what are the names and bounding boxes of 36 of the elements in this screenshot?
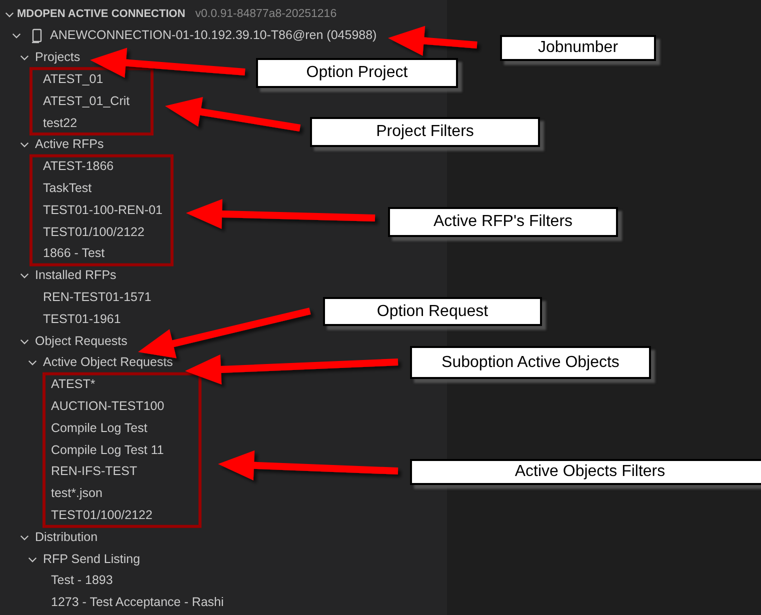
tree-item[interactable]: ATEST_01_Crit (43, 94, 130, 109)
tree-item[interactable]: 1866 - Test (43, 246, 105, 262)
tree-item[interactable]: TEST01-100-REN-01 (43, 202, 162, 218)
tree-item[interactable]: ATEST* (51, 377, 96, 392)
tree-item[interactable]: ATEST-1866 (43, 159, 114, 174)
callout-label: Jobnumber (500, 35, 656, 61)
tree-item[interactable]: Projects (35, 50, 80, 66)
tree-item[interactable]: AUCTION-TEST100 (51, 398, 164, 414)
tree-item[interactable]: RFP Send Listing (43, 552, 140, 567)
callout-label: Active Objects Filters (410, 459, 761, 485)
tree-item[interactable]: ATEST_01 (43, 72, 104, 87)
tree-item[interactable]: Distribution (35, 530, 98, 545)
tree-item[interactable]: test22 (43, 116, 78, 131)
callout-label: Suboption Active Objects (410, 346, 651, 379)
tree-item[interactable]: 1273 - Test Acceptance - Rashi (51, 595, 224, 610)
version-label: v0.0.91-84877a8-20251216 (195, 8, 337, 20)
tree-item[interactable]: REN-TEST01-1571 (43, 290, 152, 305)
callout-label: Project Filters (310, 117, 540, 147)
tree-item[interactable]: TEST01-1961 (43, 312, 121, 327)
callout-label: Option Project (256, 58, 458, 88)
tree-item[interactable]: Active Object Requests (43, 355, 173, 370)
tree-item[interactable]: ANEWCONNECTION-01-10.192.39.10-T86@ren (045988) (50, 28, 377, 44)
tree-item[interactable]: TEST01/100/2122 (51, 508, 152, 523)
tree-item[interactable]: REN-IFS-TEST (51, 464, 138, 480)
tree-item[interactable]: Test - 1893 (51, 573, 113, 588)
tree-item[interactable]: Compile Log Test (51, 420, 148, 436)
callout-label: Active RFP's Filters (388, 207, 618, 237)
tree-item[interactable]: Active RFPs (35, 137, 104, 152)
tree-item[interactable]: test*.json (51, 486, 102, 502)
tree-item[interactable]: TaskTest (43, 180, 92, 196)
tree-item[interactable]: TEST01/100/2122 (43, 224, 144, 240)
callout-label: Option Request (323, 297, 542, 326)
section-title[interactable]: MDOPEN ACTIVE CONNECTION (17, 8, 186, 20)
tree-item[interactable]: Compile Log Test 11 (51, 442, 164, 458)
tree-item[interactable]: Object Requests (35, 334, 128, 349)
tree-item[interactable]: Installed RFPs (35, 268, 116, 284)
